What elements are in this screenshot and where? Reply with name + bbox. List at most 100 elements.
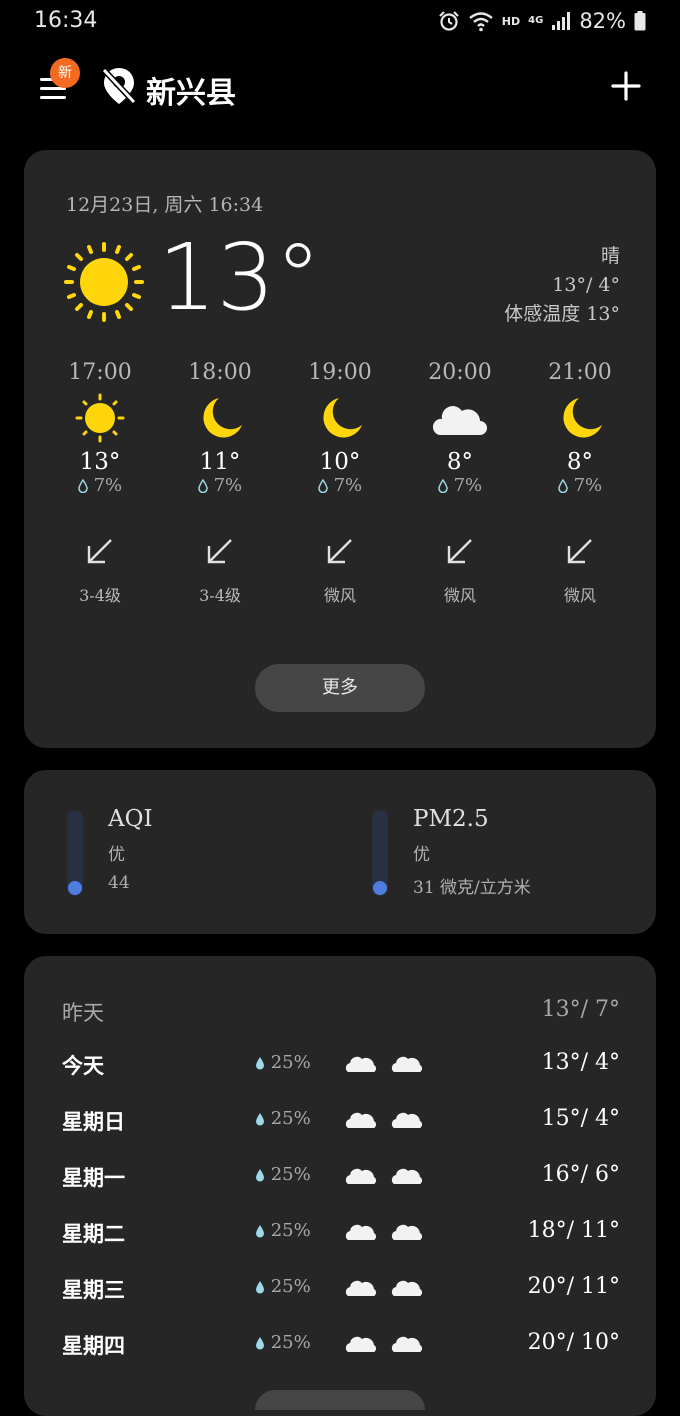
pm25-gauge [372,810,388,896]
forecast-temp: 16°/ 6° [541,1162,620,1187]
hourly-item: 18:00 11° 7% 3-4级 [160,360,280,606]
city-name[interactable]: 新兴县 [146,68,236,112]
raindrop-icon [78,479,88,493]
feels-like: 体感温度 13° [504,303,620,325]
cloud-icon [345,1336,423,1352]
hourly-item: 20:00 8° 7% 微风 [400,360,520,606]
raindrop-icon [256,1225,264,1238]
sun-icon [64,242,144,322]
forecast-rain: 25% [255,1332,311,1353]
hour-rain-value: 7% [573,475,603,496]
hour-rain-value: 7% [213,475,243,496]
cloud-icon [345,1168,423,1184]
moon-icon [203,398,242,438]
wind-direction-icon [567,539,592,564]
hour-rain: 7% [280,475,400,496]
forecast-rain: 25% [255,1276,311,1297]
raindrop-icon [558,479,568,493]
pm25-title: PM2.5 [413,806,489,832]
hourly-item: 21:00 8° 7% 微风 [520,360,640,606]
hour-wind: 3-4级 [199,586,241,605]
sun-icon [75,393,125,443]
wind-direction-icon [447,539,472,564]
new-badge: 新 [50,58,80,88]
current-date: 12月23日, 周六 16:34 [66,194,264,216]
raindrop-icon [198,479,208,493]
wind-direction-icon [207,539,232,564]
condition-block: 晴 13°/ 4° 体感温度 13° [504,242,620,329]
pm25-block: PM2.5 优 31 微克/立方米 [413,806,531,898]
hour-rain-value: 7% [333,475,363,496]
hour-rain: 7% [40,475,160,496]
forecast-temp: 18°/ 11° [527,1218,620,1243]
raindrop-icon [256,1057,264,1070]
forecast-temp: 13°/ 7° [541,997,620,1022]
forecast-day: 星期一 [62,1165,125,1190]
current-temperature: 13° [158,224,322,331]
hour-rain-value: 7% [453,475,483,496]
hour-rain: 7% [400,475,520,496]
raindrop-icon [318,479,328,493]
signal-icon [552,12,571,30]
pm25-level: 优 [413,845,430,865]
forecast-rain-value: 25% [270,1332,311,1353]
hour-temp: 10° [319,449,361,475]
wind-direction-icon [87,539,112,564]
hd-indicator: HD [501,14,521,28]
forecast-rain-value: 25% [270,1276,311,1297]
status-icons: HD 4G 82% [438,8,646,34]
hour-wind: 微风 [443,586,476,605]
forecast-temp: 15°/ 4° [541,1106,620,1131]
raindrop-icon [256,1169,264,1182]
hour-temp: 8° [566,449,594,475]
forecast-day: 星期三 [62,1277,125,1302]
cloud-icon [345,1224,423,1240]
forecast-rain: 25% [255,1108,311,1129]
hourly-item: 19:00 10° 7% 微风 [280,360,400,606]
aqi-level: 优 [108,845,125,865]
aqi-title: AQI [108,806,153,832]
hourly-item: 17:00 13° 7% 3-4级 [40,360,160,606]
hour-wind: 3-4级 [79,586,121,605]
aqi-value: 44 [108,873,130,893]
forecast-day: 星期四 [62,1333,125,1358]
forecast-day: 昨天 [62,1001,104,1025]
hour-temp: 8° [446,449,474,475]
wind-direction-icon [327,539,352,564]
raindrop-icon [256,1281,264,1294]
more-button[interactable]: 更多 [255,664,425,712]
forecast-rain: 25% [255,1220,311,1241]
wifi-icon [469,12,493,32]
hour-rain: 7% [520,475,640,496]
condition-text: 晴 [600,245,620,267]
add-city-button[interactable] [608,68,644,104]
forecast-rain-value: 25% [270,1164,311,1185]
temp-range: 13°/ 4° [552,274,620,296]
moon-icon [563,398,602,438]
alarm-icon [439,11,459,31]
hour-wind: 微风 [563,586,596,605]
forecast-day: 今天 [62,1053,104,1078]
hour-temp: 11° [199,449,241,475]
hour-time: 18:00 [188,360,252,385]
location-off-icon [101,67,137,105]
forecast-rain-value: 25% [270,1220,311,1241]
raindrop-icon [256,1337,264,1350]
hour-time: 17:00 [68,360,132,385]
forecast-temp: 20°/ 11° [527,1274,620,1299]
network-type: 4G [528,15,544,26]
battery-icon [634,11,646,31]
raindrop-icon [256,1113,264,1126]
forecast-temp: 13°/ 4° [541,1050,620,1075]
cloud-icon [432,406,487,435]
hour-temp: 13° [79,449,121,475]
forecast-day: 星期日 [62,1109,125,1134]
cloud-icon [345,1112,423,1128]
cloud-icon [345,1280,423,1296]
forecast-day: 星期二 [62,1221,125,1246]
pm25-value: 31 微克/立方米 [413,878,531,898]
hour-time: 20:00 [428,360,492,385]
battery-percent: 82% [579,9,626,33]
forecast-more-button[interactable] [255,1390,425,1410]
hour-rain: 7% [160,475,280,496]
